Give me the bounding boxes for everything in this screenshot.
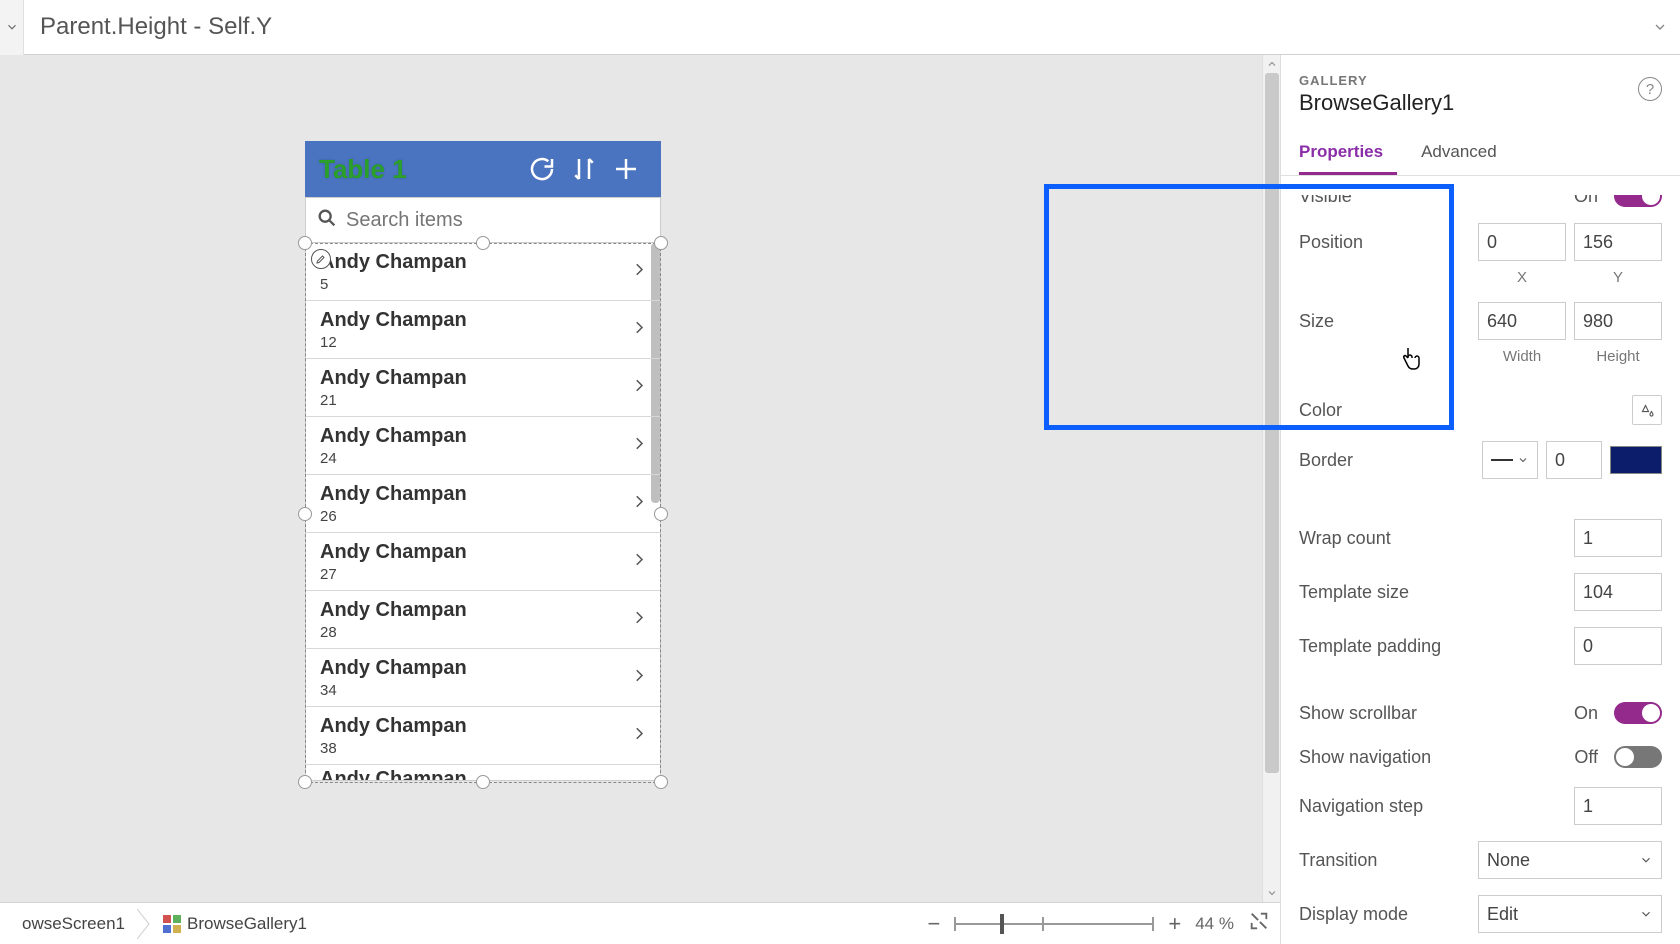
- border-color-swatch[interactable]: [1610, 446, 1662, 474]
- list-item[interactable]: Andy Champan24: [306, 417, 660, 475]
- list-item[interactable]: Andy Champan21: [306, 359, 660, 417]
- formula-property-dropdown[interactable]: [0, 0, 24, 55]
- prop-templatesize-label: Template size: [1299, 582, 1574, 603]
- show-scrollbar-toggle[interactable]: [1614, 702, 1662, 724]
- prop-border-label: Border: [1299, 450, 1482, 471]
- add-icon[interactable]: [605, 148, 647, 190]
- zoom-value: 44: [1195, 914, 1214, 933]
- resize-handle[interactable]: [298, 775, 312, 789]
- list-item[interactable]: Andy Champan38: [306, 707, 660, 765]
- zoom-in-button[interactable]: +: [1168, 911, 1181, 937]
- resize-handle[interactable]: [654, 775, 668, 789]
- canvas-scrollbar[interactable]: [1262, 55, 1280, 902]
- chevron-right-icon: [630, 376, 648, 399]
- properties-panel: GALLERY BrowseGallery1 ? Properties Adva…: [1280, 55, 1680, 944]
- prop-navigationstep-label: Navigation step: [1299, 796, 1574, 817]
- tab-advanced[interactable]: Advanced: [1421, 132, 1511, 175]
- prop-templatepadding-label: Template padding: [1299, 636, 1574, 657]
- show-navigation-toggle[interactable]: [1614, 746, 1662, 768]
- help-icon[interactable]: ?: [1638, 77, 1662, 101]
- list-item[interactable]: Andy Champan34: [306, 649, 660, 707]
- list-item[interactable]: Andy Champan27: [306, 533, 660, 591]
- prop-visible-label: Visible: [1299, 195, 1574, 207]
- chevron-right-icon: [630, 608, 648, 631]
- position-y-input[interactable]: [1574, 223, 1662, 261]
- chevron-right-icon: [630, 666, 648, 689]
- template-size-input[interactable]: [1574, 573, 1662, 611]
- resize-handle[interactable]: [476, 236, 490, 250]
- template-padding-input[interactable]: [1574, 627, 1662, 665]
- search-icon: [316, 207, 338, 234]
- prop-displaymode-label: Display mode: [1299, 904, 1478, 925]
- size-height-input[interactable]: [1574, 302, 1662, 340]
- fit-to-window-button[interactable]: [1248, 910, 1270, 937]
- search-input[interactable]: [346, 209, 650, 232]
- y-sublabel: Y: [1574, 269, 1662, 286]
- resize-handle[interactable]: [298, 507, 312, 521]
- app-header: Table 1: [305, 141, 661, 197]
- display-mode-dropdown[interactable]: Edit: [1478, 895, 1662, 933]
- color-picker-button[interactable]: [1632, 395, 1662, 425]
- chevron-right-icon: [630, 550, 648, 573]
- x-sublabel: X: [1478, 269, 1566, 286]
- edit-pencil-icon[interactable]: [311, 249, 331, 269]
- zoom-slider[interactable]: [954, 923, 1154, 925]
- visible-toggle[interactable]: [1614, 195, 1662, 207]
- border-width-input[interactable]: [1546, 441, 1602, 479]
- chevron-right-icon: [630, 434, 648, 457]
- breadcrumb-screen[interactable]: owseScreen1: [10, 903, 137, 944]
- resize-handle[interactable]: [298, 236, 312, 250]
- control-type-label: GALLERY: [1299, 73, 1662, 88]
- list-item[interactable]: Andy Champan5: [306, 243, 660, 301]
- list-item[interactable]: Andy Champan26: [306, 475, 660, 533]
- chevron-right-icon: [630, 318, 648, 341]
- list-item[interactable]: Andy Champan28: [306, 591, 660, 649]
- prop-size-label: Size: [1299, 311, 1478, 332]
- width-sublabel: Width: [1478, 348, 1566, 365]
- resize-handle[interactable]: [654, 507, 668, 521]
- formula-bar: Parent.Height - Self.Y: [0, 0, 1680, 55]
- height-sublabel: Height: [1574, 348, 1662, 365]
- transition-dropdown[interactable]: None: [1478, 841, 1662, 879]
- app-title: Table 1: [319, 154, 521, 185]
- formula-input[interactable]: Parent.Height - Self.Y: [24, 0, 1640, 54]
- border-style-dropdown[interactable]: [1482, 441, 1538, 479]
- prop-transition-label: Transition: [1299, 850, 1478, 871]
- sort-icon[interactable]: [563, 148, 605, 190]
- formula-expand[interactable]: [1640, 19, 1680, 35]
- toggle-state-text: On: [1574, 195, 1598, 207]
- chevron-right-icon: [630, 724, 648, 747]
- refresh-icon[interactable]: [521, 148, 563, 190]
- chevron-right-icon: [630, 492, 648, 515]
- prop-position-label: Position: [1299, 232, 1478, 253]
- tab-properties[interactable]: Properties: [1299, 132, 1397, 175]
- control-name: BrowseGallery1: [1299, 90, 1662, 116]
- prop-color-label: Color: [1299, 400, 1632, 421]
- zoom-out-button[interactable]: −: [928, 911, 941, 937]
- status-bar: owseScreen1 BrowseGallery1 − + 44 %: [0, 902, 1280, 944]
- browse-gallery[interactable]: Andy Champan5 Andy Champan12 Andy Champa…: [305, 243, 661, 781]
- list-item[interactable]: Andy Champan12: [306, 301, 660, 359]
- position-x-input[interactable]: [1478, 223, 1566, 261]
- properties-body: Visible On Position X Y Size: [1281, 195, 1680, 944]
- navigation-step-input[interactable]: [1574, 787, 1662, 825]
- breadcrumb-control[interactable]: BrowseGallery1: [151, 903, 319, 944]
- resize-handle[interactable]: [654, 236, 668, 250]
- formula-text: Parent.Height - Self.Y: [40, 13, 272, 41]
- prop-showscrollbar-label: Show scrollbar: [1299, 703, 1574, 724]
- size-width-input[interactable]: [1478, 302, 1566, 340]
- prop-shownavigation-label: Show navigation: [1299, 747, 1574, 768]
- wrap-count-input[interactable]: [1574, 519, 1662, 557]
- resize-handle[interactable]: [476, 775, 490, 789]
- prop-wrapcount-label: Wrap count: [1299, 528, 1574, 549]
- chevron-right-icon: [630, 260, 648, 283]
